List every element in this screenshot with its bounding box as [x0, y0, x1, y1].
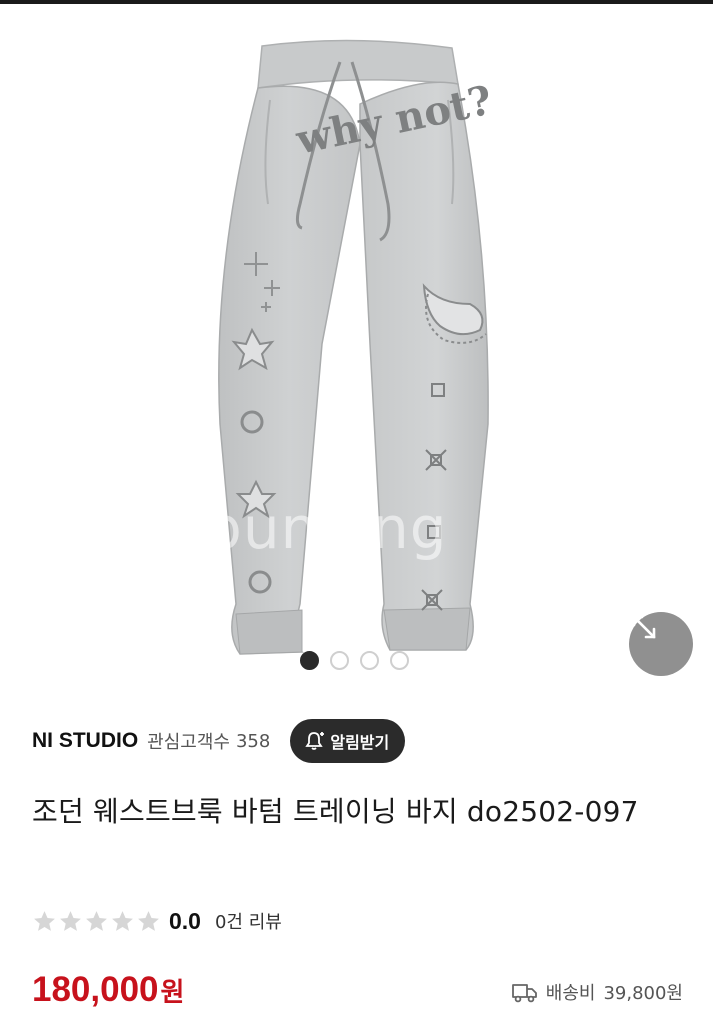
rating-value: 0.0 — [169, 907, 201, 934]
star-icon — [138, 910, 159, 931]
price-amount: 180,000 — [32, 970, 159, 1009]
price-unit: 원 — [160, 978, 185, 1008]
carousel-indicator — [300, 651, 409, 670]
expand-diagonal-icon — [632, 615, 656, 639]
star-icon — [60, 910, 81, 931]
shipping-fee: 배송비 39,800원 — [511, 976, 683, 1008]
carousel-dot[interactable] — [300, 651, 319, 670]
carousel-dot[interactable] — [330, 651, 349, 670]
price: 180,000 원 — [32, 970, 184, 1014]
product-image-gallery[interactable]: why not? bunjang — [0, 4, 713, 684]
expand-image-button[interactable] — [629, 612, 693, 676]
subscribe-alert-button[interactable]: 알림받기 — [290, 719, 406, 763]
star-icon — [112, 910, 133, 931]
shipping-amount: 39,800원 — [603, 983, 683, 1004]
rating-summary[interactable]: 0.0 0건 리뷰 — [32, 903, 282, 939]
pants-photo: why not? — [218, 39, 496, 655]
follower-count: 358 — [235, 730, 271, 752]
carousel-dot[interactable] — [390, 651, 409, 670]
seller-info: NI STUDIO 관심고객수 358 알림받기 — [32, 718, 406, 764]
star-icon — [34, 910, 55, 931]
carousel-dot[interactable] — [360, 651, 379, 670]
follower-label: 관심고객수 — [147, 732, 230, 753]
bell-plus-icon — [305, 732, 325, 750]
product-title: 조던 웨스트브룩 바텀 트레이닝 바지 do2502-097 — [32, 795, 639, 828]
star-rating — [32, 909, 161, 934]
watermark: bunjang — [205, 494, 448, 562]
shipping-label: 배송비 — [545, 983, 596, 1004]
alert-button-label: 알림받기 — [330, 733, 390, 752]
review-count-link[interactable]: 0건 리뷰 — [215, 908, 282, 934]
star-icon — [86, 910, 107, 931]
seller-name-link[interactable]: NI STUDIO — [32, 729, 138, 753]
truck-icon — [511, 984, 537, 1003]
